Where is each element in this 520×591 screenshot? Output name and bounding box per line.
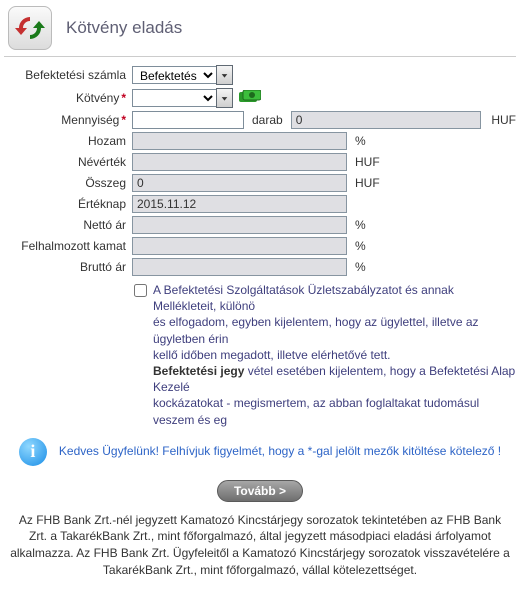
agreement-checkbox[interactable]: [134, 284, 147, 297]
accrued-display: [132, 237, 347, 255]
footer-text: Az FHB Bank Zrt.-nél jegyzett Kamatozó K…: [4, 512, 516, 579]
valueday-display: 2015.11.12: [132, 195, 347, 213]
accrued-unit: %: [355, 239, 366, 253]
amount-label: Összeg: [4, 176, 132, 190]
bond-label: Kötvény*: [4, 91, 132, 105]
quantity-label: Mennyiség*: [4, 113, 132, 127]
account-label: Befektetési számla: [4, 68, 132, 82]
quantity-unit: darab: [252, 113, 283, 127]
netprice-display: [132, 216, 347, 234]
quantity-calc-unit: HUF: [491, 113, 516, 127]
account-select[interactable]: Befektetési: [132, 66, 217, 84]
chevron-down-icon[interactable]: [216, 88, 233, 108]
yield-label: Hozam: [4, 134, 132, 148]
required-marker: *: [121, 91, 126, 105]
page-title: Kötvény eladás: [66, 18, 182, 38]
quantity-calc-display: 0: [291, 111, 481, 129]
facevalue-unit: HUF: [355, 155, 380, 169]
gross-display: [132, 258, 347, 276]
agreement-text: A Befektetési Szolgáltatások Üzletszabál…: [153, 282, 516, 428]
facevalue-display: [132, 153, 347, 171]
netprice-unit: %: [355, 218, 366, 232]
quantity-input[interactable]: [132, 111, 244, 129]
bond-select[interactable]: [132, 89, 217, 107]
chevron-down-icon[interactable]: [216, 65, 233, 85]
accrued-label: Felhalmozott kamat: [4, 239, 132, 253]
info-icon: i: [19, 438, 47, 466]
netprice-label: Nettó ár: [4, 218, 132, 232]
gross-label: Bruttó ár: [4, 260, 132, 274]
facevalue-label: Névérték: [4, 155, 132, 169]
yield-unit: %: [355, 134, 366, 148]
money-icon: [239, 90, 261, 107]
required-marker: *: [121, 113, 126, 127]
amount-unit: HUF: [355, 176, 380, 190]
yield-display: [132, 132, 347, 150]
valueday-label: Értéknap: [4, 197, 132, 211]
amount-display: 0: [132, 174, 347, 192]
info-text: Kedves Ügyfelünk! Felhívjuk figyelmét, h…: [59, 443, 501, 460]
next-button[interactable]: Tovább >: [217, 480, 303, 502]
refresh-arrows-icon: [8, 6, 52, 50]
gross-unit: %: [355, 260, 366, 274]
page-header: Kötvény eladás: [4, 6, 516, 57]
